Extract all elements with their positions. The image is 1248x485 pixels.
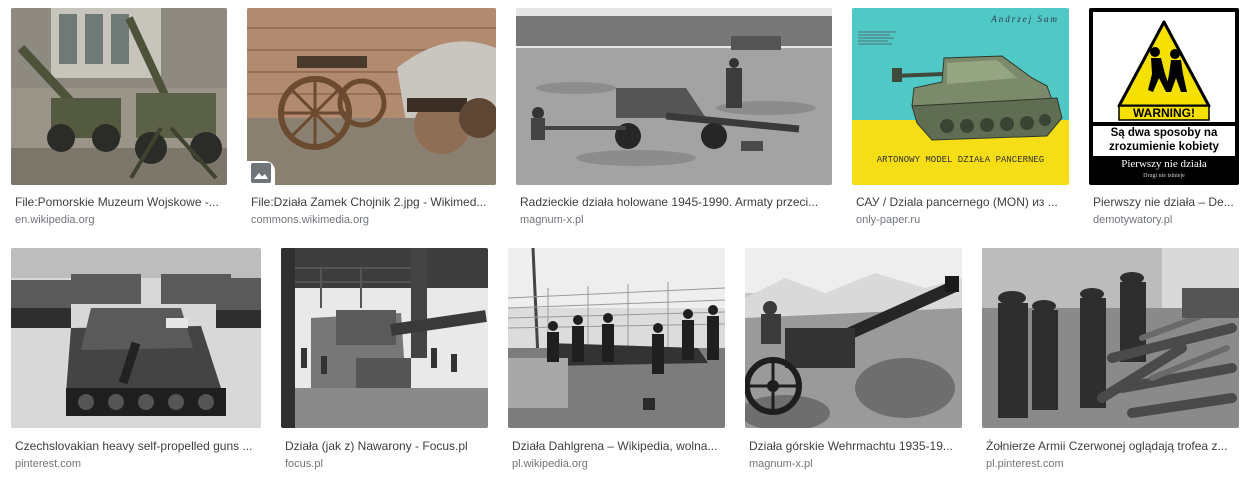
result-card-zamek-chojnik[interactable]: File:Działa Zamek Chojnik 2.jpg - Wikime…: [247, 8, 496, 230]
result-source[interactable]: only-paper.ru: [856, 213, 1065, 227]
poster-caption: Pierwszy nie działa: [1121, 158, 1207, 170]
result-title[interactable]: Żołnierze Armii Czerwonej oglądają trofe…: [986, 438, 1235, 454]
result-title[interactable]: File:Pomorskie Muzeum Wojskowe -...: [15, 194, 223, 210]
result-title[interactable]: Pierwszy nie działa – De...: [1093, 194, 1235, 210]
image-badge: [247, 161, 275, 185]
result-title[interactable]: Działa (jak z) Nawarony - Focus.pl: [285, 438, 484, 454]
result-thumbnail[interactable]: [516, 8, 832, 185]
result-title[interactable]: Czechslovakian heavy self-propelled guns…: [15, 438, 257, 454]
result-card-pierwszy-nie-dziala[interactable]: WARNING! Są dwa sposoby na zrozumienie k…: [1089, 8, 1239, 230]
result-card-zolnierze-armii[interactable]: Żołnierze Armii Czerwonej oglądają trofe…: [982, 248, 1239, 473]
result-card-dziala-gorskie[interactable]: Działa górskie Wehrmachtu 1935-19... mag…: [745, 248, 962, 473]
result-source[interactable]: magnum-x.pl: [520, 213, 828, 227]
poster-line-2: zrozumienie kobiety: [1093, 140, 1235, 156]
cannon-photo-icon: [247, 8, 496, 185]
naval-gun-photo-icon: [281, 248, 488, 428]
result-card-czechoslovakian-guns[interactable]: Czechslovakian heavy self-propelled guns…: [11, 248, 261, 473]
field-gun-photo-icon: [516, 8, 832, 185]
result-title[interactable]: САУ / Dziala pancernego (MON) из ...: [856, 194, 1065, 210]
result-card-sau-model[interactable]: Andrzej Sam ARTONOWY MODEL DZIAŁA PANCER…: [852, 8, 1069, 230]
result-card-radzieckie-dziala[interactable]: Radzieckie działa holowane 1945-1990. Ar…: [516, 8, 832, 230]
result-title[interactable]: File:Działa Zamek Chojnik 2.jpg - Wikime…: [251, 194, 492, 210]
soldiers-trophies-photo-icon: [982, 248, 1239, 428]
self-propelled-guns-photo-icon: [11, 248, 261, 428]
result-thumbnail[interactable]: WARNING! Są dwa sposoby na zrozumienie k…: [1089, 8, 1239, 185]
result-source[interactable]: commons.wikimedia.org: [251, 213, 492, 227]
result-thumbnail[interactable]: [11, 248, 261, 428]
result-thumbnail[interactable]: [281, 248, 488, 428]
result-card-dahlgren[interactable]: Działa Dahlgrena – Wikipedia, wolna... p…: [508, 248, 725, 473]
result-thumbnail[interactable]: [745, 248, 962, 428]
image-icon: [251, 163, 271, 183]
result-source[interactable]: focus.pl: [285, 457, 484, 471]
result-card-pomorskie-muzeum[interactable]: File:Pomorskie Muzeum Wojskowe -... en.w…: [11, 8, 227, 230]
result-thumbnail[interactable]: Andrzej Sam ARTONOWY MODEL DZIAŁA PANCER…: [852, 8, 1069, 185]
poster-frame: WARNING!: [1089, 8, 1239, 126]
result-source[interactable]: pl.wikipedia.org: [512, 457, 721, 471]
mountain-gun-photo-icon: [745, 248, 962, 428]
result-card-nawarony[interactable]: Działa (jak z) Nawarony - Focus.pl focus…: [281, 248, 488, 473]
result-source[interactable]: magnum-x.pl: [749, 457, 958, 471]
result-title[interactable]: Radzieckie działa holowane 1945-1990. Ar…: [520, 194, 828, 210]
dahlgren-gun-photo-icon: [508, 248, 725, 428]
result-thumbnail[interactable]: [508, 248, 725, 428]
result-title[interactable]: Działa Dahlgrena – Wikipedia, wolna...: [512, 438, 721, 454]
result-source[interactable]: demotywatory.pl: [1093, 213, 1235, 227]
book-caption: ARTONOWY MODEL DZIAŁA PANCERNEG: [876, 155, 1045, 165]
result-source[interactable]: pinterest.com: [15, 457, 257, 471]
result-thumbnail[interactable]: [11, 8, 227, 185]
result-thumbnail[interactable]: [982, 248, 1239, 428]
poster-line-1: Są dwa sposoby na: [1093, 126, 1235, 140]
poster-subcaption: Drugi nie istnieje: [1143, 173, 1185, 179]
result-source[interactable]: pl.pinterest.com: [986, 457, 1235, 471]
result-thumbnail[interactable]: [247, 8, 496, 185]
result-title[interactable]: Działa górskie Wehrmachtu 1935-19...: [749, 438, 958, 454]
result-source[interactable]: en.wikipedia.org: [15, 213, 223, 227]
warning-label: WARNING!: [1133, 106, 1195, 120]
artillery-photo-icon: [11, 8, 227, 185]
